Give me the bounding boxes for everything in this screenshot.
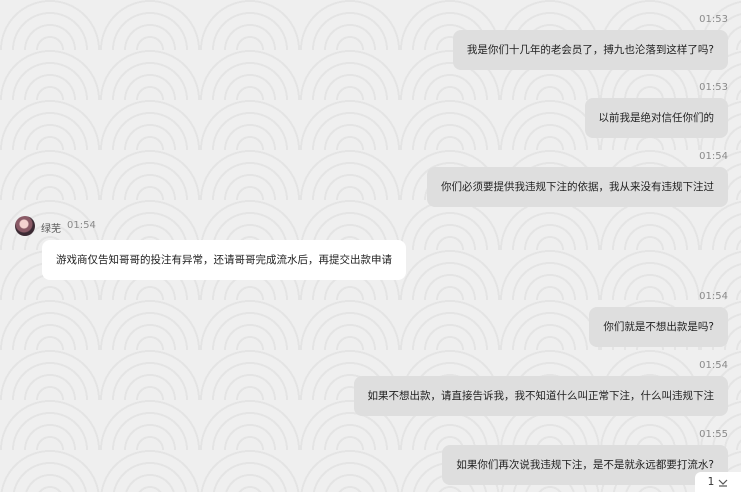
message-time: 01:54	[699, 291, 728, 302]
message-bubble[interactable]: 以前我是绝对信任你们的	[584, 98, 728, 138]
message-bubble[interactable]: 你们就是不想出款是吗?	[589, 307, 728, 347]
new-message-count: 1	[707, 476, 715, 488]
new-messages-button[interactable]: 1	[695, 472, 741, 492]
chat-area: 01:53 我是你们十几年的老会员了，搏九也沦落到这样了吗? 01:53 以前我…	[0, 0, 741, 492]
message-time: 01:53	[699, 14, 728, 25]
message-time: 01:54	[67, 220, 96, 231]
message-time: 01:54	[699, 360, 728, 371]
message-bubble[interactable]: 你们必须要提供我违规下注的依据，我从来没有违规下注过	[427, 167, 728, 207]
avatar[interactable]	[15, 216, 35, 236]
message-bubble[interactable]: 如果不想出款，请直接告诉我，我不知道什么叫正常下注，什么叫违规下注	[353, 376, 728, 416]
message-time: 01:53	[699, 82, 728, 93]
message-time: 01:54	[699, 151, 728, 162]
message-time: 01:55	[699, 429, 728, 440]
message-bubble[interactable]: 游戏商仅告知哥哥的投注有异常，还请哥哥完成流水后，再提交出款申请	[42, 240, 406, 280]
message-bubble[interactable]: 我是你们十几年的老会员了，搏九也沦落到这样了吗?	[452, 30, 728, 70]
message-bubble[interactable]: 如果你们再次说我违规下注，是不是就永远都要打流水?	[442, 445, 728, 485]
chevron-down-icon	[718, 477, 728, 487]
sender-name: 绿芜	[41, 224, 61, 235]
